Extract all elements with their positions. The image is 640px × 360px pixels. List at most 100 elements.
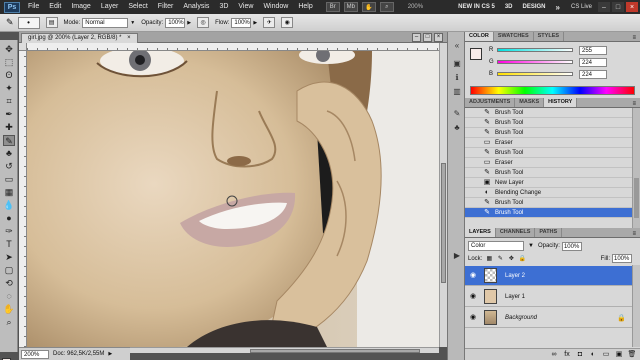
history-item[interactable]: ▭ Eraser [465,138,632,148]
chevron-down-icon[interactable]: ▼ [130,20,135,26]
chevron-right-icon[interactable]: ▶ [253,20,257,26]
scroll-thumb[interactable] [634,178,639,218]
tablet-pressure-opacity-icon[interactable]: ◎ [197,17,210,28]
history-item[interactable]: ✎ Brush Tool [465,198,632,208]
eye-icon[interactable]: ◉ [468,271,478,281]
document-canvas[interactable] [27,51,439,347]
tab-styles[interactable]: STYLES [534,32,565,41]
clone-source-icon[interactable]: ♣ [451,122,463,133]
history-item[interactable]: ✎ Brush Tool [465,148,632,158]
workspace-new-in-cs5[interactable]: NEW IN CS 5 [453,4,500,10]
3d-rotate-tool-icon[interactable]: ⟲ [3,278,15,289]
red-slider[interactable] [497,48,573,52]
mini-bridge-icon[interactable]: Mb [343,2,358,12]
history-item[interactable]: ✎ Brush Tool [465,108,632,118]
tab-color[interactable]: COLOR [465,32,494,41]
link-layers-icon[interactable]: ∞ [549,350,559,359]
tab-layers[interactable]: LAYERS [465,228,496,237]
zoom-icon[interactable]: ⌕ [379,2,394,12]
pen-tool-icon[interactable]: ✑ [3,226,15,237]
panel-menu-icon[interactable]: ≡ [632,101,636,107]
opacity-field[interactable]: 100% [165,17,186,28]
actions-icon[interactable]: ▶ [451,250,463,261]
marquee-tool-icon[interactable]: ⬚ [3,57,15,68]
histogram-icon[interactable]: ▥ [451,86,463,97]
history-item[interactable]: ✎ Brush Tool [465,128,632,138]
document-tab[interactable]: girl.jpg @ 200% (Layer 2, RGB/8) * × [21,33,138,43]
navigator-icon[interactable]: ▣ [451,58,463,69]
menu-layer[interactable]: Layer [96,0,124,14]
status-zoom-field[interactable]: 200% [21,349,49,359]
zoom-level[interactable]: 200% [408,4,423,10]
brush-panel-icon[interactable]: ✎ [451,108,463,119]
tool-preset-icon[interactable]: ✎ [6,17,14,28]
foreground-color-swatch[interactable] [470,48,482,60]
scroll-thumb[interactable] [441,163,446,283]
chevron-right-icon[interactable]: ▶ [108,351,112,357]
close-icon[interactable]: × [434,33,443,42]
lock-position-icon[interactable]: ✥ [507,255,515,263]
airbrush-icon[interactable]: ✈ [263,17,276,28]
maximize-icon[interactable]: □ [423,33,432,42]
zoom-tool-icon[interactable]: ⌕ [3,317,15,328]
add-mask-icon[interactable]: ◘ [575,350,585,359]
menu-analysis[interactable]: Analysis [178,0,214,14]
lock-pixels-icon[interactable]: ✎ [496,255,504,263]
close-icon[interactable]: × [626,2,638,12]
history-item[interactable]: ✎ Brush Tool [465,118,632,128]
shape-tool-icon[interactable]: ▢ [3,265,15,276]
more-workspaces-button[interactable]: » [551,3,565,12]
layer-name[interactable]: Layer 1 [505,294,525,300]
workspace-3d[interactable]: 3D [500,4,518,10]
menu-file[interactable]: File [23,0,44,14]
brush-preset-picker[interactable]: • [17,16,40,29]
hand-icon[interactable]: ✋ [361,2,376,12]
tab-swatches[interactable]: SWATCHES [494,32,534,41]
blur-tool-icon[interactable]: 💧 [3,200,15,211]
fill-field[interactable]: 100% [612,254,632,263]
eye-icon[interactable]: ◉ [468,313,478,323]
new-layer-icon[interactable]: ▣ [614,350,624,359]
menu-image[interactable]: Image [66,0,95,14]
lock-all-icon[interactable]: 🔒 [518,255,526,263]
blend-mode-select[interactable]: Color [468,241,524,251]
delete-layer-icon[interactable]: 🗑 [627,350,637,359]
cs-live-button[interactable]: CS Live [565,4,598,10]
bridge-icon[interactable]: Br [325,2,340,12]
move-tool-icon[interactable]: ✥ [3,44,15,55]
history-item[interactable]: ▭ Eraser [465,158,632,168]
tab-adjustments[interactable]: ADJUSTMENTS [465,98,516,107]
panel-menu-icon[interactable]: ≡ [632,231,636,237]
green-value-field[interactable]: 224 [579,57,607,67]
layer-row[interactable]: ◉ Layer 2 [465,266,632,286]
new-group-icon[interactable]: ▭ [601,350,611,359]
eraser-tool-icon[interactable]: ▭ [3,174,15,185]
layer-style-icon[interactable]: fx [562,350,572,359]
dodge-tool-icon[interactable]: ● [3,213,15,224]
close-tab-icon[interactable]: × [127,35,131,41]
lasso-tool-icon[interactable]: ʘ [3,70,15,81]
menu-help[interactable]: Help [293,0,317,14]
layers-scrollbar[interactable] [632,265,640,347]
info-icon[interactable]: ℹ [451,72,463,83]
vertical-scrollbar[interactable] [439,43,447,347]
ruler-origin[interactable] [19,43,27,51]
tab-history[interactable]: HISTORY [544,98,578,107]
red-value-field[interactable]: 255 [579,45,607,55]
history-item[interactable]: ◐ Blending Change [465,188,632,198]
layer-row[interactable]: ◉ Background 🔒 [465,308,632,328]
menu-edit[interactable]: Edit [44,0,66,14]
tab-paths[interactable]: PATHS [535,228,563,237]
menu-3d[interactable]: 3D [214,0,233,14]
mode-select[interactable]: Normal [82,17,129,28]
layer-name[interactable]: Background [505,315,537,321]
eyedropper-tool-icon[interactable]: ✒ [3,109,15,120]
flow-field[interactable]: 100% [231,17,252,28]
color-ramp[interactable] [470,86,635,95]
history-item[interactable]: ▣ New Layer [465,178,632,188]
path-selection-tool-icon[interactable]: ➤ [3,252,15,263]
history-item[interactable]: ✎ Brush Tool [465,168,632,178]
menu-filter[interactable]: Filter [153,0,179,14]
healing-brush-tool-icon[interactable]: ✚ [3,122,15,133]
history-scrollbar[interactable] [632,108,640,228]
